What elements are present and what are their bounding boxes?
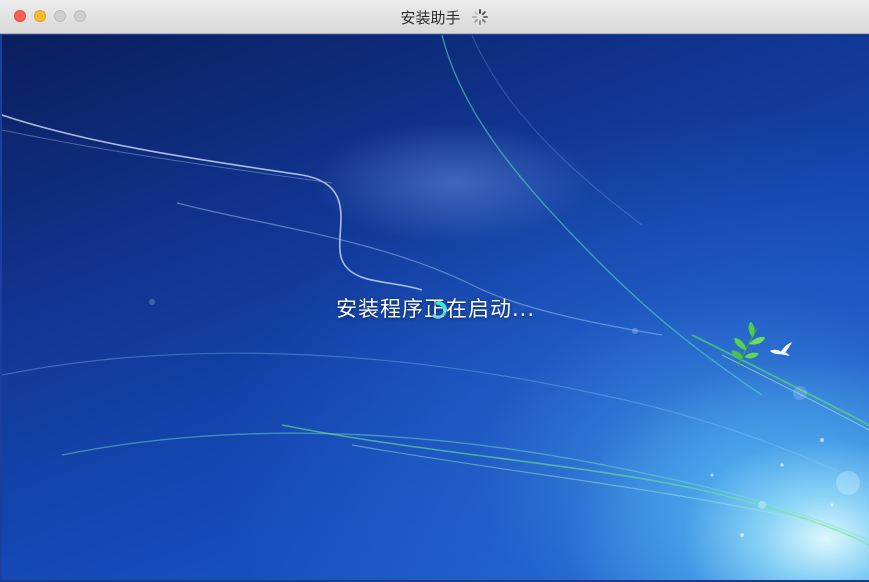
desktop-area: 安装程序正在启动... bbox=[2, 35, 869, 582]
installer-window: 安装助手 安装程序正在启动... bbox=[0, 0, 869, 582]
window-title: 安装助手 bbox=[400, 8, 461, 27]
busy-cursor-icon bbox=[429, 301, 447, 319]
title-bar[interactable]: 安装助手 bbox=[0, 0, 869, 34]
loading-spinner-icon bbox=[471, 9, 488, 25]
dove-icon bbox=[769, 342, 793, 356]
title-group: 安装助手 bbox=[0, 0, 869, 34]
